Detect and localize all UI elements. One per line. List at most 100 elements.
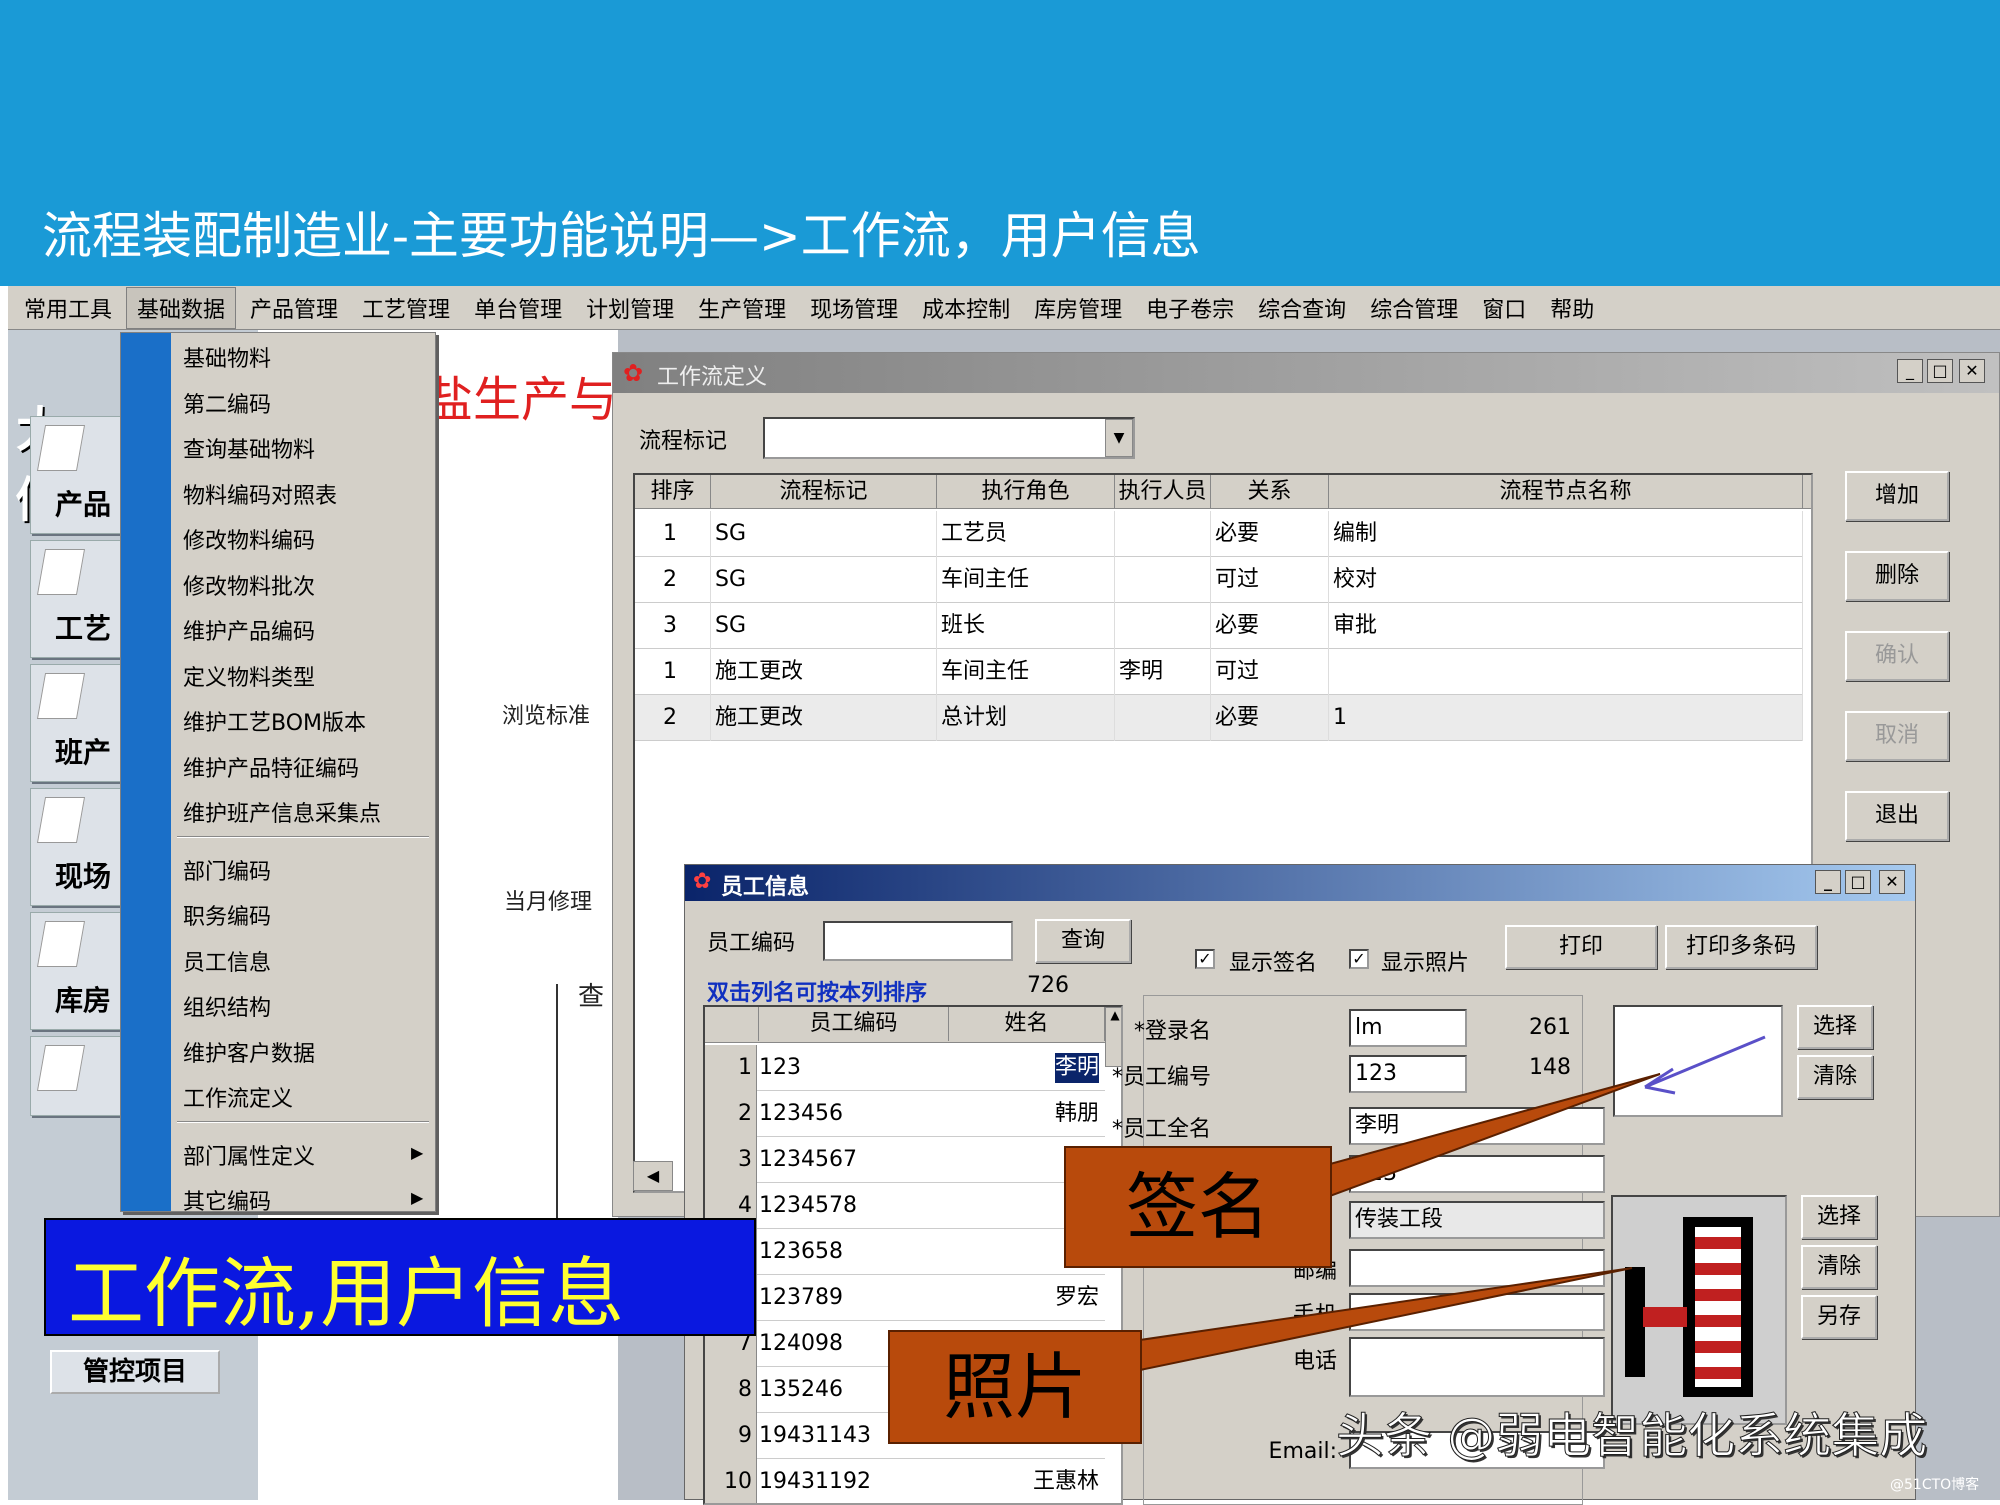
menu-item[interactable]: 库房管理 [1024,288,1132,328]
nav-tile-site[interactable]: 现场 [30,788,124,906]
menu-item[interactable]: 单台管理 [464,288,572,328]
chevron-down-icon[interactable]: ▼ [1105,419,1133,457]
dropdown-item[interactable]: 工作流定义 [183,1081,293,1113]
table-row[interactable]: 1 SG 工艺员 必要 编制 [635,511,1803,557]
menu-item[interactable]: 现场管理 [800,288,908,328]
menu-item[interactable]: 基础数据 [126,286,237,329]
control-items-button[interactable]: 管控项目 [50,1350,220,1394]
list-item[interactable]: 31234567方 [705,1137,1105,1183]
signature-clear-button[interactable]: 清除 [1797,1055,1873,1099]
flow-tag-select[interactable]: ▼ [763,417,1135,459]
nav-tile-product[interactable]: 产品 [30,416,124,534]
exit-button[interactable]: 退出 [1845,791,1949,841]
menu-item[interactable]: 产品管理 [240,288,348,328]
menu-item[interactable]: 窗口 [1472,288,1536,328]
nav-tile-extra[interactable] [30,1036,124,1116]
employee-code-cell: 123 [759,1055,801,1080]
desktop-month-label[interactable]: 当月修理 [504,884,592,916]
employee-number-input[interactable]: 123 [1349,1055,1467,1093]
maximize-icon[interactable]: □ [1845,870,1871,894]
menu-item[interactable]: 常用工具 [14,288,122,328]
menu-item[interactable]: 工艺管理 [352,288,460,328]
table-cell [1115,511,1211,557]
dropdown-item[interactable]: 维护产品编码 [183,614,315,646]
scroll-left-icon[interactable]: ◀ [633,1161,673,1191]
fullname-input[interactable]: 李明 [1349,1107,1605,1145]
delete-button[interactable]: 删除 [1845,551,1949,601]
photo-save-as-button[interactable]: 另存 [1801,1295,1877,1339]
employee-field-4[interactable]: 123 [1349,1155,1605,1193]
nav-tile-process[interactable]: 工艺 [30,540,124,658]
row-number: 1 [705,1045,757,1091]
dropdown-item[interactable]: 维护工艺BOM版本 [183,705,366,737]
dropdown-item[interactable]: 修改物料编码 [183,523,315,555]
dropdown-item[interactable]: 修改物料批次 [183,569,315,601]
dropdown-item[interactable]: 定义物料类型 [183,660,315,692]
table-cell [1115,557,1211,603]
zip-input[interactable] [1349,1249,1605,1287]
confirm-button[interactable]: 确认 [1845,631,1949,681]
dropdown-item[interactable]: 维护班产信息采集点 [183,796,381,828]
table-row[interactable]: 2 SG 车间主任 可过 校对 [635,557,1803,603]
column-header[interactable]: 流程标记 [711,475,937,509]
dropdown-item[interactable]: 基础物料 [183,341,271,373]
column-header[interactable]: 执行角色 [937,475,1115,509]
table-row[interactable]: 1 施工更改 车间主任 李明 可过 [635,649,1803,695]
menu-item[interactable]: 成本控制 [912,288,1020,328]
employee-titlebar: ✿ 员工信息 _ □ ✕ [685,865,1915,901]
query-button[interactable]: 查询 [1035,919,1131,963]
minimize-icon[interactable]: _ [1815,870,1841,894]
menu-item[interactable]: 生产管理 [688,288,796,328]
menu-item[interactable]: 综合查询 [1248,288,1356,328]
list-item[interactable]: 10 19431192 王惠林 [705,1459,1105,1503]
print-barcodes-button[interactable]: 打印多条码 [1665,925,1817,969]
minimize-icon[interactable]: _ [1897,359,1923,383]
list-item[interactable]: 1 123 李明 [705,1045,1105,1091]
column-header[interactable]: 执行人员 [1115,475,1211,509]
mobile-input[interactable] [1349,1293,1605,1331]
column-header[interactable]: 流程节点名称 [1329,475,1803,509]
dropdown-item[interactable]: 部门编码 [183,854,271,886]
column-header[interactable]: 关系 [1211,475,1329,509]
show-photo-checkbox[interactable]: ✓ [1349,949,1369,969]
signature-select-button[interactable]: 选择 [1797,1005,1873,1049]
close-icon[interactable]: ✕ [1959,359,1985,383]
menu-item[interactable]: 计划管理 [576,288,684,328]
dropdown-item[interactable]: 维护产品特征编码 [183,751,359,783]
list-item[interactable]: 41234578孙 [705,1183,1105,1229]
dropdown-item[interactable]: 第二编码 [183,387,271,419]
menu-item[interactable]: 帮助 [1540,288,1604,328]
add-button[interactable]: 增加 [1845,471,1949,521]
menu-item[interactable]: 综合管理 [1360,288,1468,328]
show-signature-checkbox[interactable]: ✓ [1195,949,1215,969]
close-icon[interactable]: ✕ [1879,870,1905,894]
dropdown-item[interactable]: 查询基础物料 [183,432,315,464]
table-row[interactable]: 3 SG 班长 必要 审批 [635,603,1803,649]
column-header-code[interactable]: 员工编码 [759,1007,949,1041]
list-item[interactable]: 6123789罗宏 [705,1275,1105,1321]
dropdown-item[interactable]: 部门属性定义 [183,1139,315,1171]
dropdown-item[interactable]: 物料编码对照表 [183,478,337,510]
dropdown-item[interactable]: 员工信息 [183,945,271,977]
employee-code-input[interactable] [823,921,1013,961]
phone-input[interactable] [1349,1337,1605,1397]
menu-item[interactable]: 电子卷宗 [1136,288,1244,328]
nav-tile-shift[interactable]: 班产 [30,664,124,782]
department-field[interactable]: 传装工段 [1349,1201,1605,1239]
login-input[interactable]: lm [1349,1009,1467,1047]
nav-tile-warehouse[interactable]: 库房 [30,912,124,1030]
dropdown-item[interactable]: 其它编码 [183,1184,271,1216]
column-header[interactable]: 排序 [635,475,711,509]
table-row[interactable]: 2 施工更改 总计划 必要 1 [635,695,1803,741]
print-button[interactable]: 打印 [1505,925,1657,969]
photo-clear-button[interactable]: 清除 [1801,1245,1877,1289]
photo-select-button[interactable]: 选择 [1801,1195,1877,1239]
list-item[interactable]: 5123658 [705,1229,1105,1275]
list-item[interactable]: 2 123456 韩朋 [705,1091,1105,1137]
dropdown-item[interactable]: 组织结构 [183,990,271,1022]
dropdown-item[interactable]: 职务编码 [183,899,271,931]
dropdown-item[interactable]: 维护客户数据 [183,1036,315,1068]
cancel-button[interactable]: 取消 [1845,711,1949,761]
maximize-icon[interactable]: □ [1927,359,1953,383]
desktop-browse-label[interactable]: 浏览标准 [502,698,590,730]
